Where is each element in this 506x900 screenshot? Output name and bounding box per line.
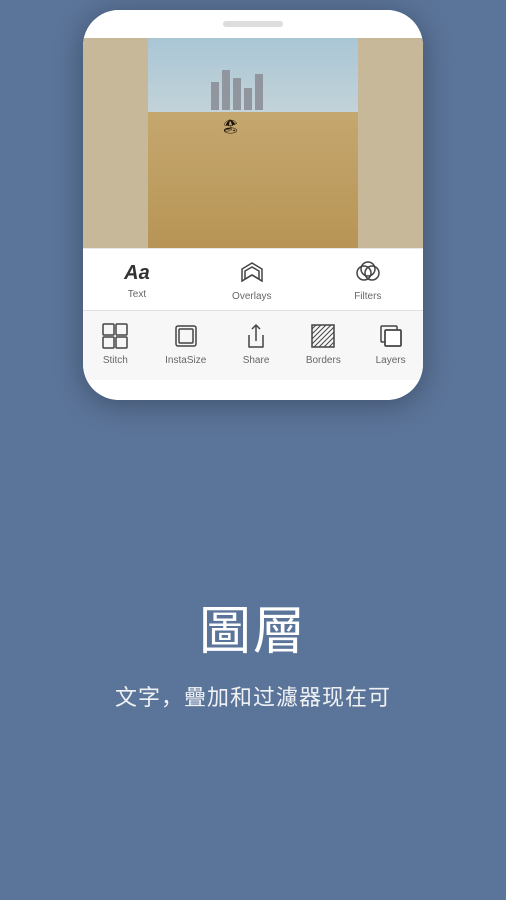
photo-overlay (148, 38, 358, 248)
toolbar-item-share[interactable]: Share (241, 321, 271, 366)
toolbar-item-stitch[interactable]: Stitch (100, 321, 130, 366)
share-label: Share (243, 355, 270, 366)
instasize-icon (171, 321, 201, 351)
text-icon: Aa (124, 262, 150, 285)
promo-title: 圖層 (199, 589, 307, 664)
stitch-icon (100, 321, 130, 351)
borders-label: Borders (306, 355, 341, 366)
toolbar-item-instasize[interactable]: InstaSize (165, 321, 206, 366)
layers-icon (376, 321, 406, 351)
toolbar-top: Aa Text Overlays Filters (83, 248, 423, 310)
layers-label: Layers (376, 355, 406, 366)
filters-label: Filters (354, 291, 381, 302)
toolbar-item-borders[interactable]: Borders (306, 321, 341, 366)
toolbar-bottom: Stitch InstaSize Share (83, 310, 423, 380)
filters-icon (354, 259, 382, 287)
toolbar-item-overlays[interactable]: Overlays (232, 259, 271, 302)
toolbar-item-text[interactable]: Aa Text (124, 262, 150, 300)
toolbar-item-filters[interactable]: Filters (354, 259, 382, 302)
speaker (223, 21, 283, 27)
toolbar-item-layers[interactable]: Layers (376, 321, 406, 366)
photo-image: 🏖 (148, 38, 358, 248)
stitch-label: Stitch (103, 355, 128, 366)
share-icon (241, 321, 271, 351)
photo-area: 🏖 (83, 38, 423, 248)
text-label: Text (128, 289, 146, 300)
borders-icon (308, 321, 338, 351)
promo-subtitle: 文字，疊加和过濾器现在可 (115, 680, 391, 712)
instasize-label: InstaSize (165, 355, 206, 366)
overlays-icon (238, 259, 266, 287)
promo-area: 圖層 文字，疊加和过濾器现在可 (95, 400, 411, 900)
phone-mockup: 🏖 Aa Text Overlays Filters (83, 10, 423, 400)
overlays-label: Overlays (232, 291, 271, 302)
phone-top-bar (83, 10, 423, 38)
phone-bottom-padding (83, 380, 423, 400)
